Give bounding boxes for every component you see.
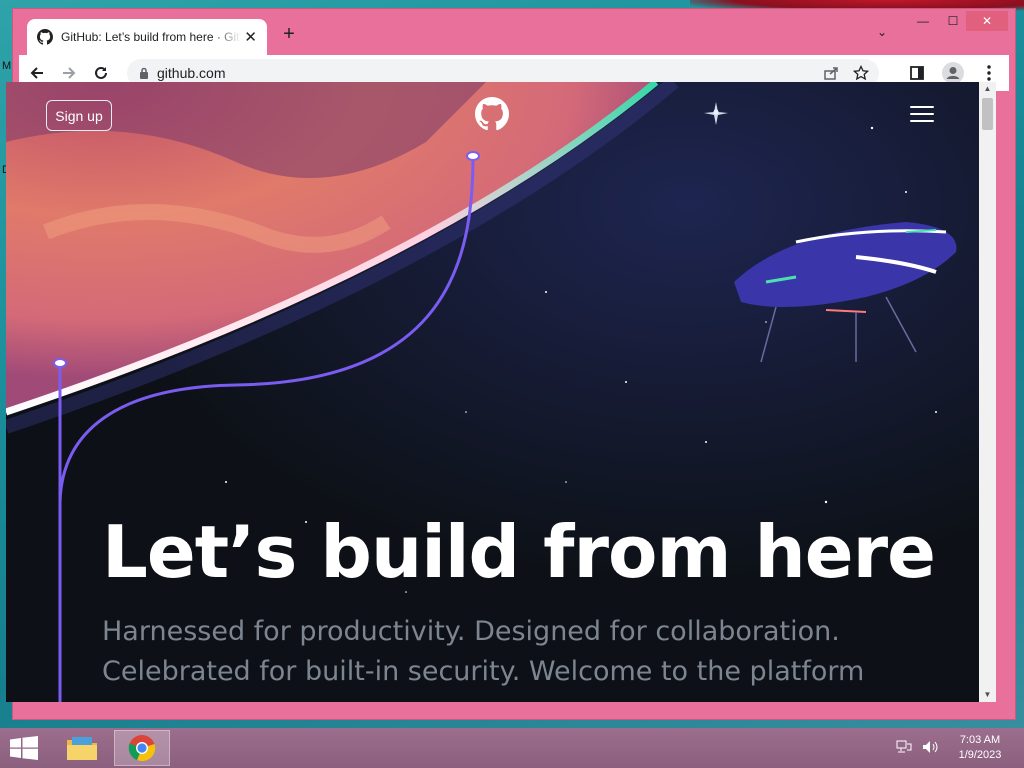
hero-headline: Let’s build from here <box>102 510 936 594</box>
file-explorer-icon <box>67 737 97 760</box>
page-scrollbar[interactable]: ▲ ▼ <box>979 82 996 702</box>
volume-icon[interactable] <box>922 740 940 754</box>
tab-close-icon[interactable]: ✕ <box>244 28 257 46</box>
maximize-button[interactable]: ☐ <box>941 11 965 31</box>
browser-tab[interactable]: GitHub: Let’s build from here · GitHub ✕ <box>27 19 267 55</box>
github-icon <box>37 29 53 45</box>
taskbar-file-explorer[interactable] <box>54 730 110 766</box>
close-window-button[interactable]: ✕ <box>966 11 1008 31</box>
url-text: github.com <box>157 65 226 81</box>
tab-search-chevron-icon[interactable]: ⌄ <box>877 25 887 39</box>
minimize-button[interactable]: — <box>911 11 935 31</box>
scrollbar-thumb[interactable] <box>982 98 993 130</box>
desktop-icon-label[interactable]: M <box>2 60 11 72</box>
hero-subheadline: Harnessed for productivity. Designed for… <box>102 616 865 687</box>
github-logo-icon[interactable] <box>475 97 509 131</box>
taskbar-chrome[interactable] <box>114 730 170 766</box>
avatar-icon <box>942 62 964 84</box>
taskbar-clock[interactable]: 7:03 AM 1/9/2023 <box>950 733 1010 763</box>
arrow-right-icon <box>63 67 76 79</box>
title-bar: GitHub: Let’s build from here · GitHub ✕… <box>13 9 1015 55</box>
network-icon[interactable] <box>896 740 912 754</box>
scroll-down-arrow-icon[interactable]: ▼ <box>979 688 996 702</box>
hamburger-menu-icon[interactable] <box>910 106 934 127</box>
taskbar: 7:03 AM 1/9/2023 <box>0 728 1024 768</box>
system-tray <box>896 740 940 754</box>
sign-up-button[interactable]: Sign up <box>46 100 112 131</box>
chrome-icon <box>128 735 156 762</box>
new-tab-button[interactable]: + <box>277 23 301 46</box>
clock-date: 1/9/2023 <box>958 749 1002 761</box>
tab-title: GitHub: Let’s build from here · GitHub <box>61 30 241 44</box>
page-viewport: Sign up Let’s build from here Harnessed … <box>6 82 979 702</box>
kebab-menu-icon <box>987 65 991 81</box>
windows-start-icon[interactable] <box>10 736 38 760</box>
scroll-up-arrow-icon[interactable]: ▲ <box>979 82 996 96</box>
clock-time: 7:03 AM <box>959 734 1001 746</box>
lock-icon <box>140 67 148 79</box>
side-panel-icon <box>910 66 924 80</box>
bookmark-star-icon[interactable] <box>853 65 869 81</box>
hero-illustration <box>6 82 979 702</box>
arrow-left-icon <box>30 67 43 79</box>
reload-icon <box>95 66 107 79</box>
share-icon[interactable] <box>823 65 839 81</box>
